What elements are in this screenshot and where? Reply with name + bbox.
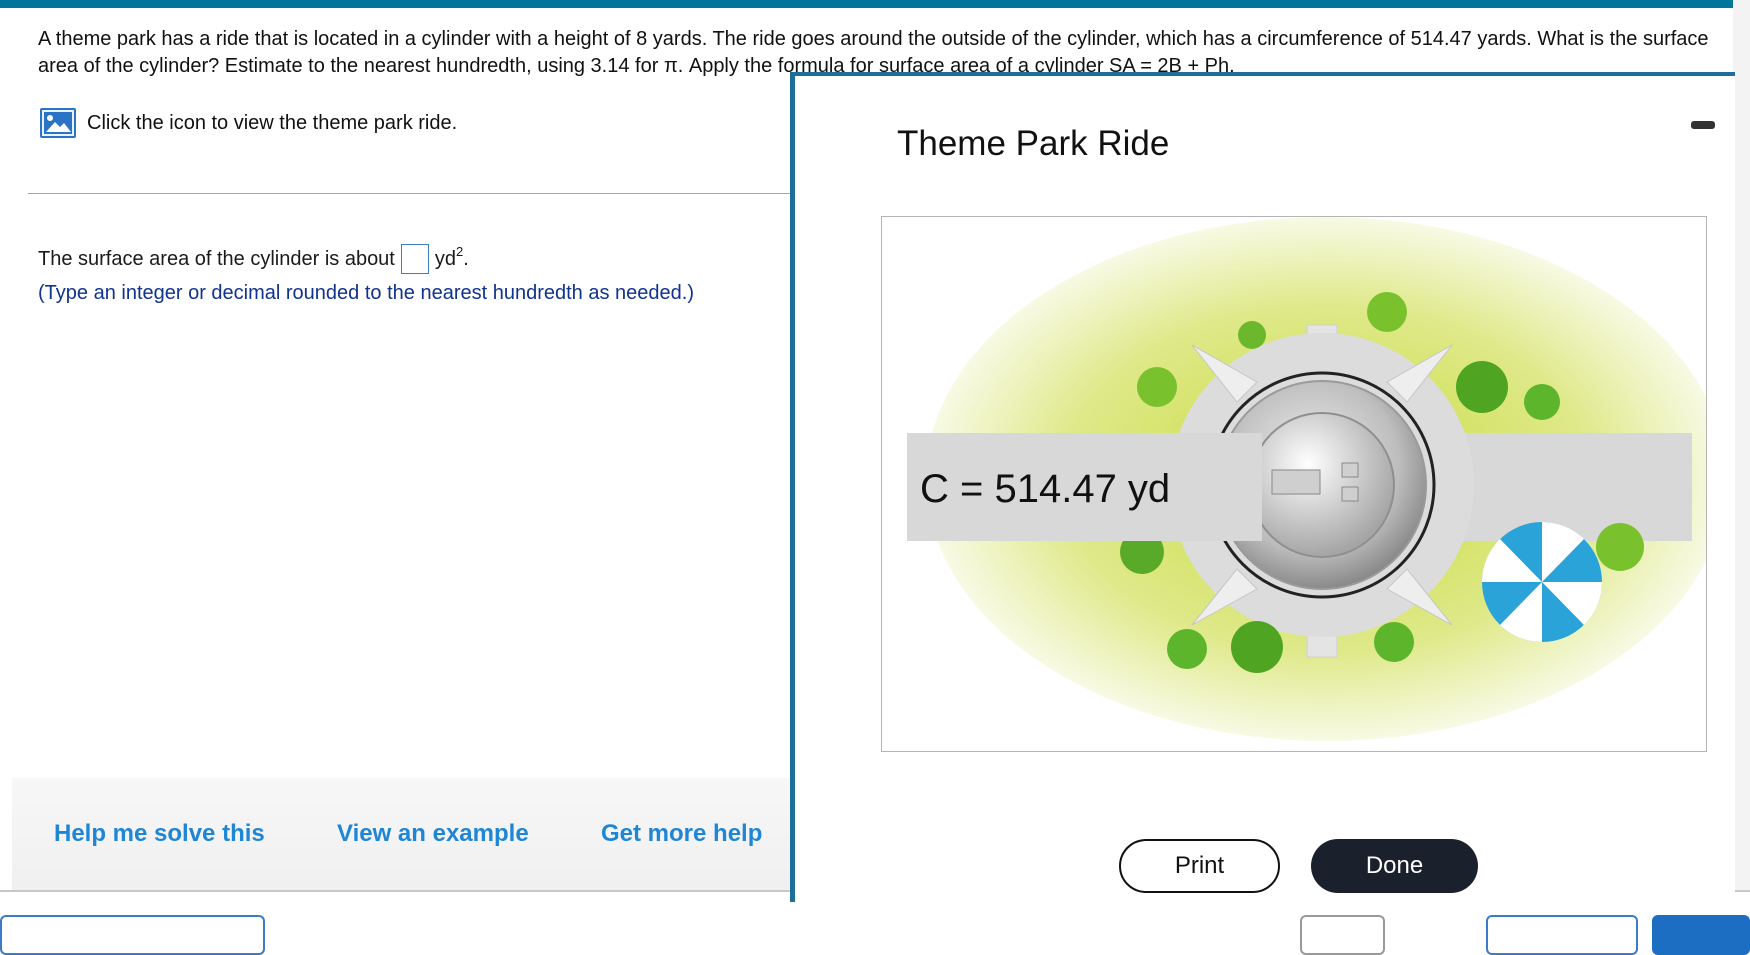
figure-link-row[interactable]: Click the icon to view the theme park ri… [40,108,457,138]
footer-outline-button[interactable] [1486,915,1638,955]
image-icon[interactable] [40,108,76,138]
dialog-title: Theme Park Ride [897,124,1170,163]
answer-unit: yd [434,247,456,270]
tree [1231,621,1283,673]
get-more-help-link[interactable]: Get more help [601,820,762,848]
control-box [1271,469,1321,495]
section-divider [28,193,790,194]
bush [1374,622,1414,662]
view-example-link[interactable]: View an example [337,820,529,848]
footer-primary-button[interactable] [1652,915,1750,955]
top-accent-bar [0,0,1733,8]
bush [1167,629,1207,669]
theme-park-ride-dialog: Theme Park Ride C = 514.47 yd Print Done [790,72,1735,902]
footer-left-button[interactable] [0,915,265,955]
tree [1456,361,1508,413]
panel-top [1341,462,1359,478]
figure-link-label: Click the icon to view the theme park ri… [87,111,458,134]
theme-park-illustration: C = 514.47 yd [907,217,1706,741]
footer-small-button[interactable] [1300,915,1385,955]
answer-input[interactable] [400,244,429,274]
palm-tree [1596,523,1644,571]
bush [1524,384,1560,420]
panel-bottom [1341,486,1359,502]
answer-suffix: . [463,247,469,270]
answer-unit-exponent: 2 [456,243,464,259]
answer-sentence: The surface area of the cylinder is abou… [38,244,469,274]
palm-tree [1137,367,1177,407]
bush [1238,321,1266,349]
help-me-solve-link[interactable]: Help me solve this [54,820,265,848]
answer-hint: (Type an integer or decimal rounded to t… [38,282,694,304]
done-button[interactable]: Done [1311,839,1478,893]
circumference-label: C = 514.47 yd [920,467,1170,511]
minimize-icon[interactable] [1691,121,1715,129]
palm-tree [1367,292,1407,332]
answer-prefix: The surface area of the cylinder is abou… [38,247,395,270]
print-button[interactable]: Print [1119,839,1280,893]
theme-park-figure: C = 514.47 yd [881,216,1707,752]
scrollbar-track[interactable] [1733,0,1750,931]
